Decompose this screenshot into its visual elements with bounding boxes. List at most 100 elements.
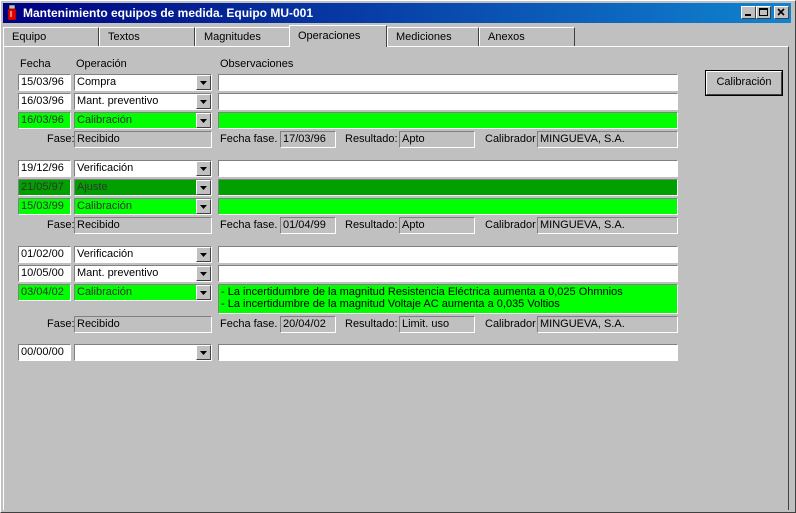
observaciones-field[interactable] <box>218 344 678 361</box>
observaciones-field[interactable] <box>218 160 678 177</box>
observaciones-field[interactable] <box>218 74 678 91</box>
fecha-field[interactable]: 03/04/02 <box>18 284 71 301</box>
operacion-value: Mant. preventivo <box>77 95 159 107</box>
calibracion-button[interactable]: Calibración <box>705 70 783 96</box>
fecha-field[interactable]: 15/03/96 <box>18 74 71 91</box>
header-fecha: Fecha <box>20 58 51 70</box>
operacion-combo[interactable]: Verificación <box>74 160 212 177</box>
header-operacion: Operación <box>76 58 127 70</box>
tab-magnitudes[interactable]: Magnitudes <box>195 27 291 46</box>
fase-label: Fase: <box>47 219 75 231</box>
maximize-button[interactable] <box>756 6 771 19</box>
fase-value: Recibido <box>74 217 212 234</box>
resultado-label: Resultado: <box>345 219 398 231</box>
operacion-value: Calibración <box>77 286 133 298</box>
chevron-down-icon <box>200 186 207 190</box>
app-icon <box>7 5 17 20</box>
close-button[interactable] <box>774 6 789 19</box>
calibrador-label: Calibrador <box>485 133 536 145</box>
chevron-down-icon <box>200 119 207 123</box>
maximize-icon <box>759 8 768 16</box>
chevron-down-icon <box>200 81 207 85</box>
operacion-combo[interactable]: Mant. preventivo <box>74 265 212 282</box>
close-icon <box>777 8 785 16</box>
dropdown-button[interactable] <box>196 75 211 90</box>
chevron-down-icon <box>200 205 207 209</box>
operacion-value: Verificación <box>77 162 134 174</box>
fecha-fase-label: Fecha fase. <box>220 318 278 330</box>
tab-operaciones[interactable]: Operaciones <box>289 25 387 47</box>
fecha-field[interactable]: 01/02/00 <box>18 246 71 263</box>
operacion-combo[interactable]: Calibración <box>74 198 212 215</box>
tab-equipo[interactable]: Equipo <box>3 27 99 46</box>
chevron-down-icon <box>200 351 207 355</box>
tab-strip: Equipo Textos Magnitudes Operaciones Med… <box>1 25 796 47</box>
operacion-value: Calibración <box>77 114 133 126</box>
fase-value: Recibido <box>74 316 212 333</box>
chevron-down-icon <box>200 272 207 276</box>
dropdown-button[interactable] <box>196 247 211 262</box>
resultado-value: Apto <box>399 131 475 148</box>
fecha-field[interactable]: 21/05/97 <box>18 179 71 196</box>
fase-label: Fase: <box>47 318 75 330</box>
fecha-field[interactable]: 19/12/96 <box>18 160 71 177</box>
observaciones-field[interactable] <box>218 198 678 215</box>
calibrador-value: MINGUEVA, S.A. <box>537 316 678 333</box>
fecha-field[interactable]: 16/03/96 <box>18 93 71 110</box>
observaciones-field[interactable] <box>218 179 678 196</box>
fase-label: Fase: <box>47 133 75 145</box>
operacion-combo[interactable]: Calibración <box>74 112 212 129</box>
observaciones-field[interactable]: - La incertidumbre de la magnitud Resist… <box>218 284 678 314</box>
dropdown-button[interactable] <box>196 266 211 281</box>
observaciones-field[interactable] <box>218 246 678 263</box>
operacion-value: Mant. preventivo <box>77 267 159 279</box>
dropdown-button[interactable] <box>196 161 211 176</box>
main-window: Mantenimiento equipos de medida. Equipo … <box>0 0 796 513</box>
fecha-field[interactable]: 16/03/96 <box>18 112 71 129</box>
observaciones-field[interactable] <box>218 265 678 282</box>
dropdown-button[interactable] <box>196 285 211 300</box>
calibrador-label: Calibrador <box>485 219 536 231</box>
operacion-value: Verificación <box>77 248 134 260</box>
tab-mediciones[interactable]: Mediciones <box>387 27 479 46</box>
dropdown-button[interactable] <box>196 113 211 128</box>
dropdown-button[interactable] <box>196 199 211 214</box>
operacion-combo[interactable]: Verificación <box>74 246 212 263</box>
fecha-fase-value: 20/04/02 <box>280 316 336 333</box>
chevron-down-icon <box>200 167 207 171</box>
fase-value: Recibido <box>74 131 212 148</box>
tab-anexos[interactable]: Anexos <box>479 27 575 46</box>
header-observaciones: Observaciones <box>220 58 294 70</box>
dropdown-button[interactable] <box>196 345 211 360</box>
chevron-down-icon <box>200 100 207 104</box>
observaciones-field[interactable] <box>218 93 678 110</box>
tab-textos[interactable]: Textos <box>99 27 195 46</box>
minimize-icon <box>745 14 751 16</box>
operacion-combo[interactable]: Compra <box>74 74 212 91</box>
operacion-combo[interactable]: Calibración <box>74 284 212 301</box>
operacion-combo[interactable]: Mant. preventivo <box>74 93 212 110</box>
observacion-line: - La incertidumbre de la magnitud Resist… <box>221 286 623 298</box>
chevron-down-icon <box>200 253 207 257</box>
dropdown-button[interactable] <box>196 180 211 195</box>
dropdown-button[interactable] <box>196 94 211 109</box>
title-bar[interactable]: Mantenimiento equipos de medida. Equipo … <box>3 3 791 23</box>
observacion-line: - La incertidumbre de la magnitud Voltaj… <box>221 298 560 310</box>
operacion-combo[interactable] <box>74 344 212 361</box>
operacion-value: Calibración <box>77 200 133 212</box>
calibrador-value: MINGUEVA, S.A. <box>537 217 678 234</box>
fecha-field[interactable]: 15/03/99 <box>18 198 71 215</box>
resultado-value: Apto <box>399 217 475 234</box>
fecha-field[interactable]: 00/00/00 <box>18 344 71 361</box>
resultado-value: Limit. uso <box>399 316 475 333</box>
calibrador-label: Calibrador <box>485 318 536 330</box>
operacion-combo[interactable]: Ajuste <box>74 179 212 196</box>
minimize-button[interactable] <box>741 6 756 19</box>
observaciones-field[interactable] <box>218 112 678 129</box>
calibrador-value: MINGUEVA, S.A. <box>537 131 678 148</box>
fecha-fase-value: 17/03/96 <box>280 131 336 148</box>
chevron-down-icon <box>200 291 207 295</box>
operacion-value: Compra <box>77 76 117 88</box>
fecha-field[interactable]: 10/05/00 <box>18 265 71 282</box>
fecha-fase-label: Fecha fase. <box>220 219 278 231</box>
